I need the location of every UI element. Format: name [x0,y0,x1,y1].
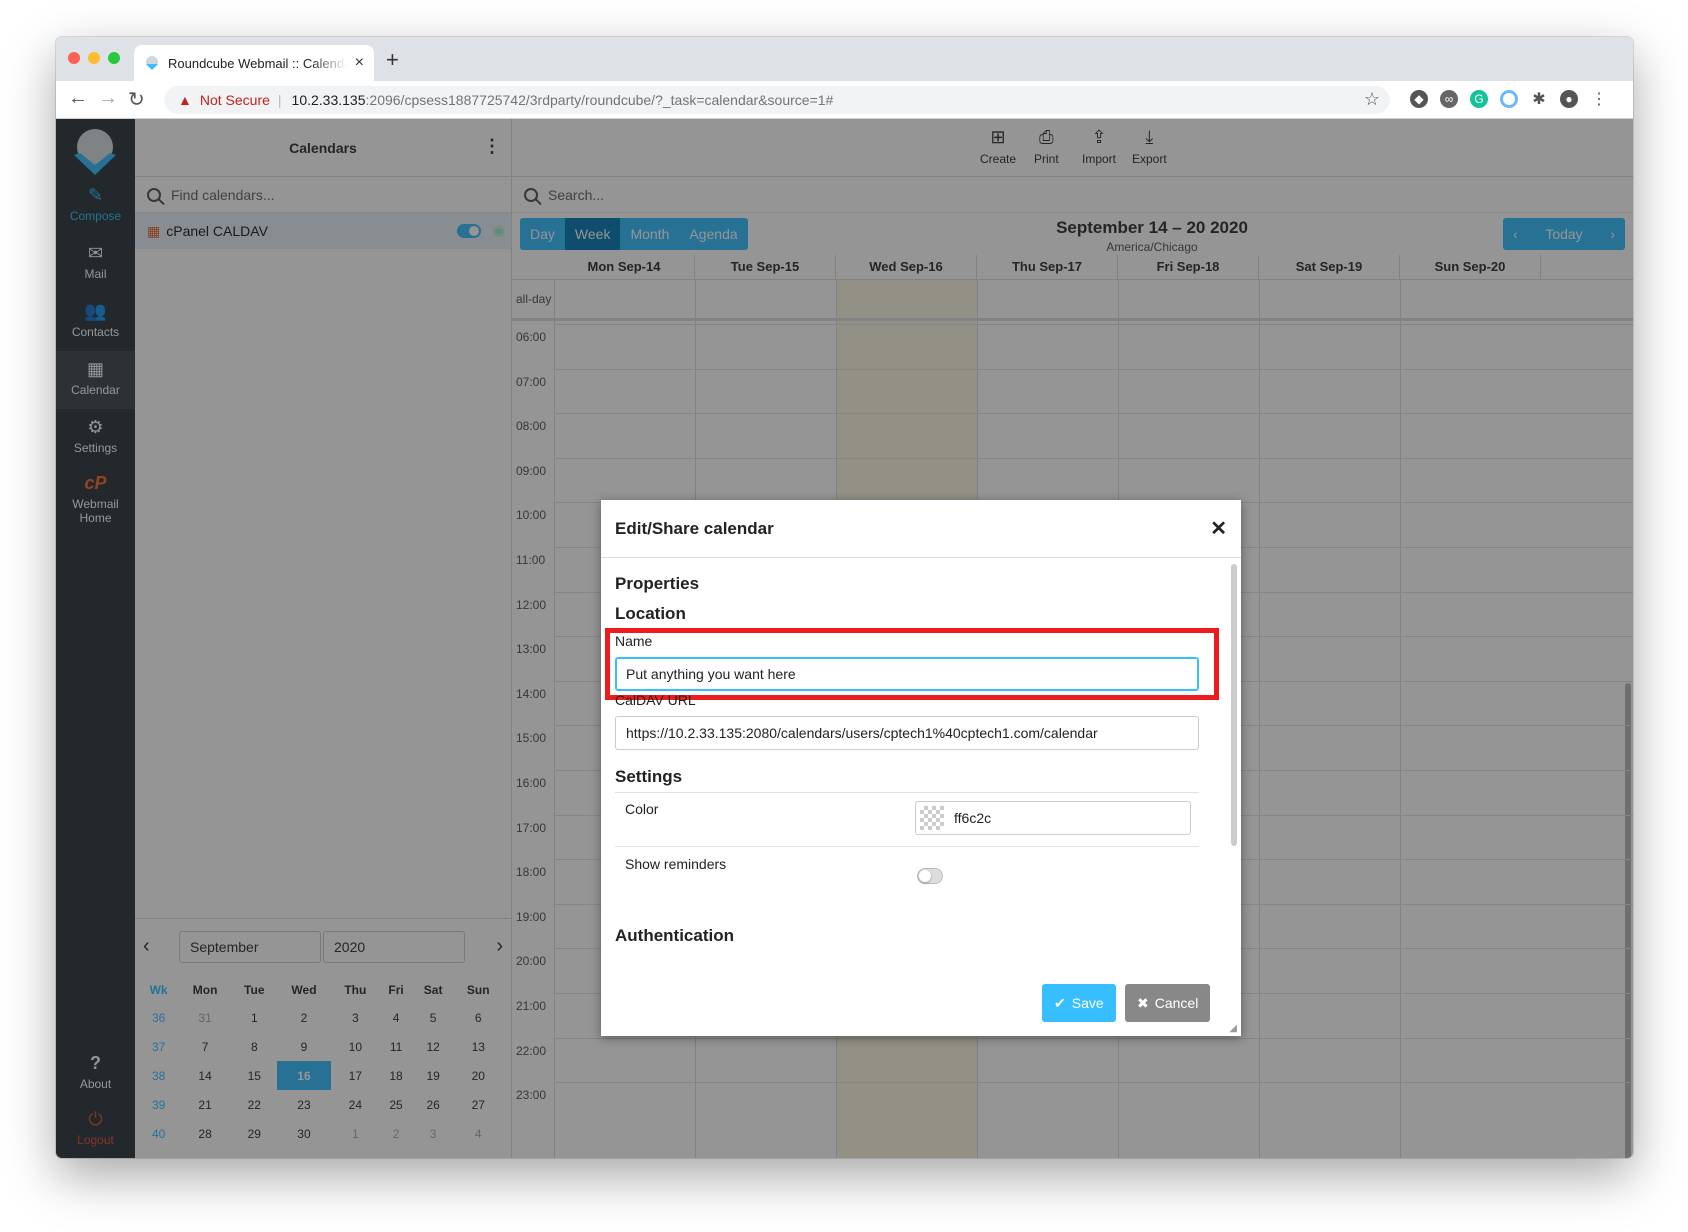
dialog-header: Edit/Share calendar ✕ [601,500,1241,558]
roundcube-favicon-icon [146,56,158,70]
dialog-body: Properties Location Name Put anything yo… [601,558,1225,968]
new-tab-button[interactable]: + [386,47,399,73]
name-label: Name [615,633,653,649]
link-extension-icon[interactable]: ∞ [1440,90,1458,108]
browser-window: Roundcube Webmail :: Calendar × + ← → ↻ … [56,37,1633,1158]
tab-title: Roundcube Webmail :: Calendar [168,55,347,71]
color-label: Color [625,801,659,817]
save-label: Save [1071,995,1104,1011]
url-separator: | [277,92,282,108]
name-field[interactable]: Put anything you want here [615,657,1199,691]
authentication-heading: Authentication [615,926,734,945]
tab-close-icon[interactable]: × [355,54,364,72]
close-window-button[interactable] [68,52,80,64]
puzzle-extensions-icon[interactable]: ✱ [1530,90,1548,108]
browser-menu-icon[interactable]: ⋮ [1590,90,1608,108]
edit-share-calendar-dialog: Edit/Share calendar ✕ Properties Locatio… [601,500,1241,1036]
divider [615,792,1199,793]
forward-icon[interactable]: → [98,87,118,110]
profile-avatar-icon[interactable]: ● [1560,90,1578,108]
not-secure-label[interactable]: Not Secure [200,92,270,108]
show-reminders-label: Show reminders [625,856,727,872]
circle-extension-icon[interactable] [1500,90,1518,108]
shield-extension-icon[interactable]: ◆ [1410,90,1428,108]
dialog-scrollbar[interactable] [1231,564,1237,846]
caldav-url-field[interactable]: https://10.2.33.135:2080/calendars/users… [615,716,1199,750]
dialog-title: Edit/Share calendar [615,518,774,538]
caldav-url-label: CalDAV URL [615,692,696,708]
save-button[interactable]: ✔ Save [1042,984,1116,1022]
reload-icon[interactable]: ↻ [128,87,145,112]
zoom-window-button[interactable] [108,52,120,64]
settings-heading: Settings [615,767,683,786]
x-icon: ✖ [1137,994,1149,1011]
location-heading: Location [615,604,686,623]
cancel-label: Cancel [1154,995,1199,1011]
color-swatch[interactable] [920,806,944,830]
divider [615,846,1199,847]
url-path: :2096/cpsess1887725742/3rdparty/roundcub… [365,92,834,108]
minimize-window-button[interactable] [88,52,100,64]
grammarly-extension-icon[interactable]: G [1470,90,1488,108]
properties-heading: Properties [615,574,700,593]
back-icon[interactable]: ← [68,87,88,110]
bookmark-star-icon[interactable]: ☆ [1364,89,1380,110]
url-field[interactable]: ▲ Not Secure | 10.2.33.135 :2096/cpsess1… [164,86,1390,114]
url-host: 10.2.33.135 [291,92,366,108]
cancel-button[interactable]: ✖ Cancel [1125,984,1211,1022]
resize-handle-icon[interactable]: ◢ [1229,1023,1237,1034]
address-bar: ← → ↻ ▲ Not Secure | 10.2.33.135 :2096/c… [56,81,1633,119]
show-reminders-toggle[interactable] [917,868,943,884]
close-icon[interactable]: ✕ [1210,516,1227,541]
color-field[interactable]: ff6c2c [915,801,1191,835]
browser-tab[interactable]: Roundcube Webmail :: Calendar × [134,45,374,81]
roundcube-app: ✎ Compose ✉ Mail 👥 Contacts ▦ Calendar ⚙… [56,119,1633,1158]
tab-strip: Roundcube Webmail :: Calendar × + [56,37,1633,81]
warning-icon: ▲ [178,92,192,108]
color-value: ff6c2c [954,810,992,826]
checkmark-icon: ✔ [1054,994,1066,1011]
